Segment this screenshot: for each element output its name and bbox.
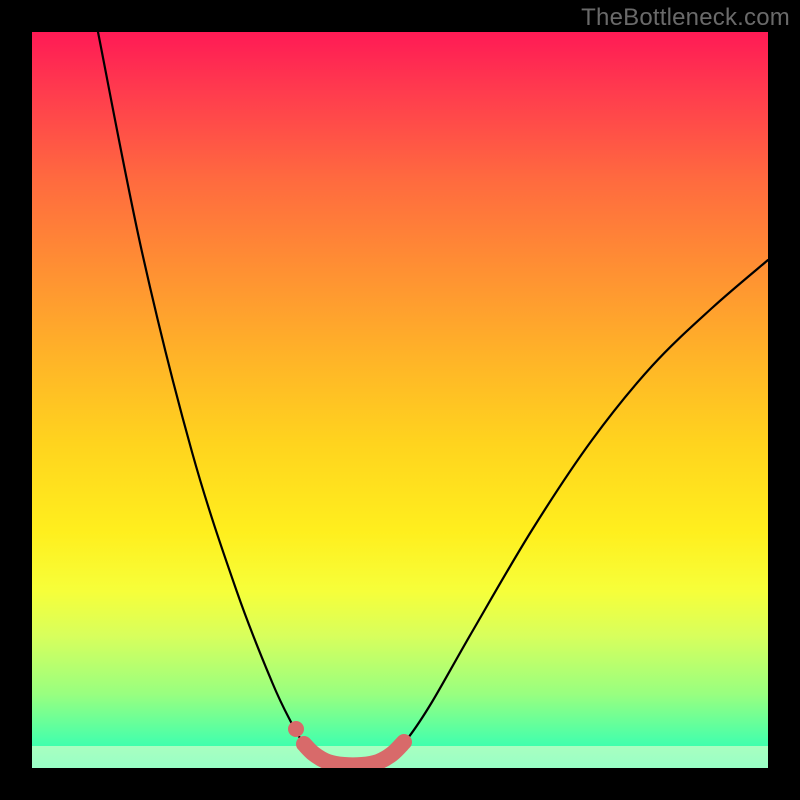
bottleneck-curve [98, 32, 768, 765]
chart-svg [32, 32, 768, 768]
chart-frame: TheBottleneck.com [0, 0, 800, 800]
plot-area [32, 32, 768, 768]
watermark-text: TheBottleneck.com [581, 4, 790, 32]
